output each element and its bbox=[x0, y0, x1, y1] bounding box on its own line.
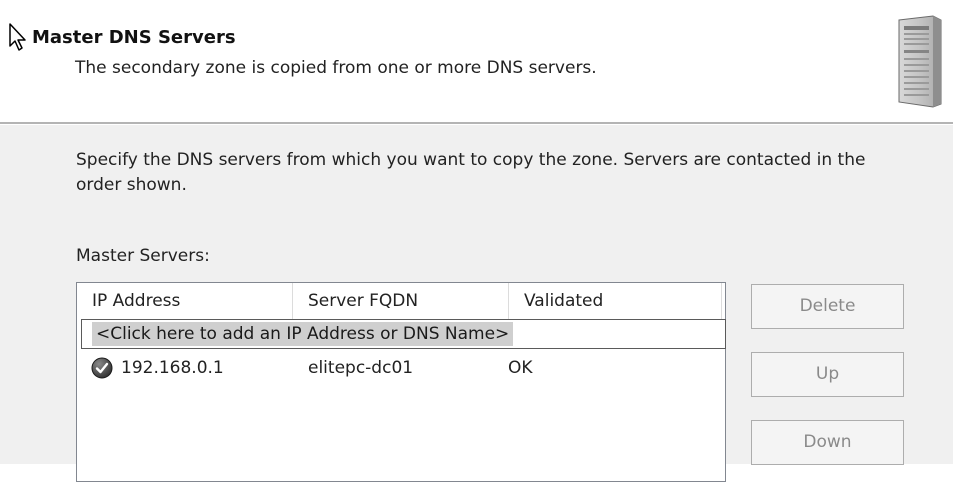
table-row[interactable]: 192.168.0.1 elitepc-dc01 OK bbox=[77, 353, 727, 383]
add-server-placeholder[interactable]: <Click here to add an IP Address or DNS … bbox=[92, 322, 514, 346]
mouse-cursor-icon bbox=[9, 23, 26, 51]
page-subtitle: The secondary zone is copied from one or… bbox=[75, 58, 597, 78]
check-icon bbox=[91, 357, 113, 379]
delete-button[interactable]: Delete bbox=[751, 284, 904, 329]
wizard-header: Master DNS Servers The secondary zone is… bbox=[0, 0, 953, 122]
column-header-server-fqdn[interactable]: Server FQDN bbox=[293, 283, 509, 319]
up-button[interactable]: Up bbox=[751, 352, 904, 397]
column-header-validated[interactable]: Validated bbox=[509, 283, 722, 319]
master-servers-list[interactable]: IP Address Server FQDN Validated <Click … bbox=[76, 282, 726, 482]
column-header-ip-address[interactable]: IP Address bbox=[77, 283, 293, 319]
row-validated-status: OK bbox=[508, 358, 533, 378]
master-servers-label: Master Servers: bbox=[76, 246, 210, 266]
down-button[interactable]: Down bbox=[751, 420, 904, 465]
row-ip-address: 192.168.0.1 bbox=[121, 358, 224, 378]
server-icon bbox=[898, 15, 942, 108]
row-server-fqdn: elitepc-dc01 bbox=[308, 358, 414, 378]
add-server-row[interactable]: <Click here to add an IP Address or DNS … bbox=[81, 319, 726, 349]
list-header: IP Address Server FQDN Validated bbox=[77, 283, 727, 319]
instructions-text: Specify the DNS servers from which you w… bbox=[76, 150, 866, 195]
page-title: Master DNS Servers bbox=[32, 27, 236, 48]
